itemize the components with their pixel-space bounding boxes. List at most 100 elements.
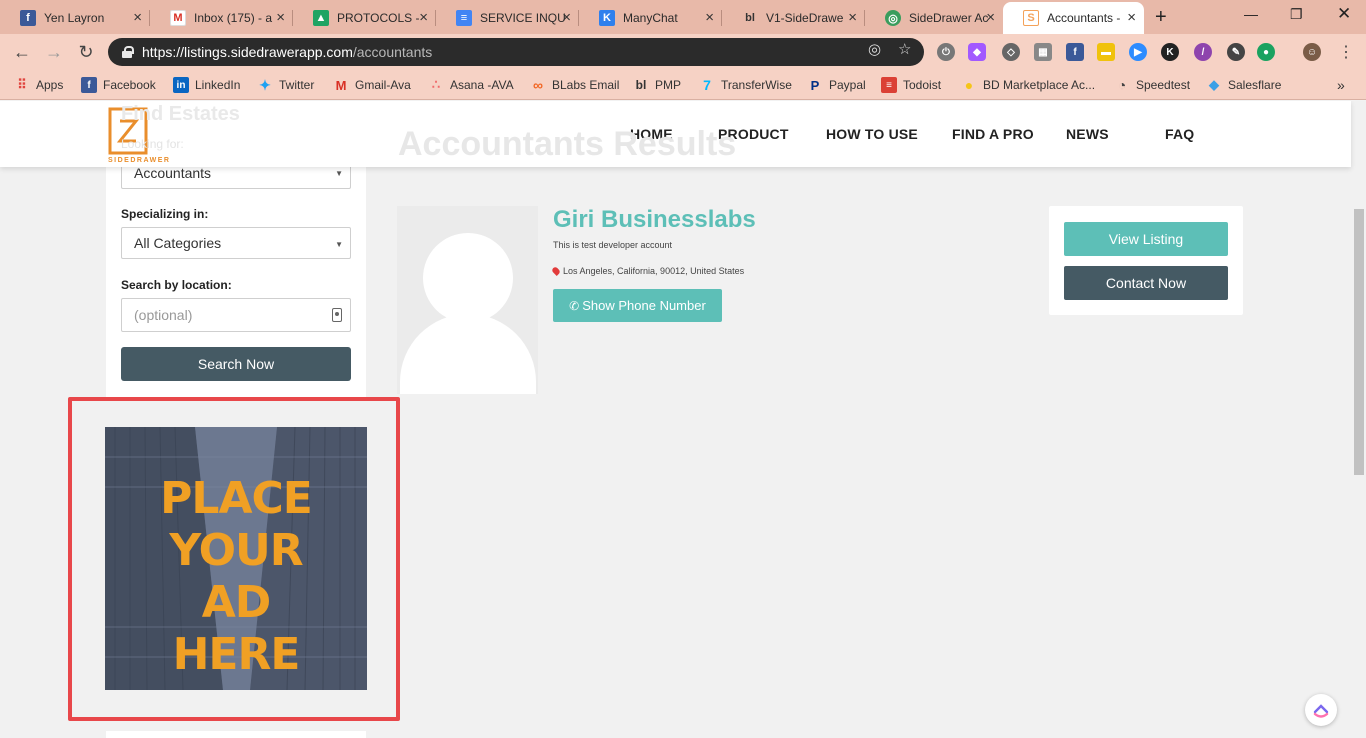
close-tab-icon[interactable]: × <box>419 10 428 26</box>
close-tab-icon[interactable]: × <box>562 10 571 26</box>
show-phone-label: Show Phone Number <box>582 298 706 313</box>
close-tab-icon[interactable]: × <box>705 10 714 26</box>
bookmark-salesflare[interactable]: ◆ Salesflare <box>1206 76 1281 94</box>
show-phone-button[interactable]: ✆ Show Phone Number <box>553 289 722 322</box>
page-scrollbar[interactable] <box>1351 101 1366 738</box>
bookmark-paypal[interactable]: P Paypal <box>807 76 866 94</box>
reload-icon[interactable]: ↻ <box>74 40 98 64</box>
close-tab-icon[interactable]: × <box>133 10 142 26</box>
bookmark-asana[interactable]: ∴ Asana -AVA <box>428 76 514 94</box>
search-now-button[interactable]: Search Now <box>121 347 351 381</box>
close-tab-icon[interactable]: × <box>986 10 995 26</box>
browser-tab[interactable]: ▲ PROTOCOLS - × <box>293 2 436 34</box>
extension-icon[interactable]: ▬ <box>1097 43 1115 61</box>
bookmark-bd-marketplace[interactable]: ● BD Marketplace Ac... <box>961 76 1095 94</box>
bookmark-gmail[interactable]: M Gmail-Ava <box>333 76 411 94</box>
facebook-extension-icon[interactable]: f <box>1066 43 1084 61</box>
clickup-floating-button[interactable] <box>1305 694 1337 726</box>
view-listing-button[interactable]: View Listing <box>1064 222 1228 256</box>
extension-icon[interactable]: K <box>1161 43 1179 61</box>
zoom-extension-icon[interactable]: ▶ <box>1129 43 1147 61</box>
location-access-icon[interactable]: ◎ <box>868 40 881 58</box>
browser-tab[interactable]: K ManyChat × <box>579 2 722 34</box>
blabs-email-icon: ∞ <box>533 77 543 93</box>
minimize-window-icon[interactable]: — <box>1244 6 1258 22</box>
close-window-icon[interactable]: ✕ <box>1337 4 1351 24</box>
bookmark-twitter[interactable]: ✦ Twitter <box>257 76 314 94</box>
close-tab-icon[interactable]: × <box>276 10 285 26</box>
salesflare-icon: ◆ <box>1209 77 1219 92</box>
bookmark-linkedin[interactable]: in LinkedIn <box>173 76 240 94</box>
extension-icon[interactable]: ✎ <box>1227 43 1245 61</box>
nav-home[interactable]: HOME <box>630 126 673 142</box>
contact-now-button[interactable]: Contact Now <box>1064 266 1228 300</box>
sidedrawer-logo[interactable] <box>108 105 198 167</box>
bookmark-todoist[interactable]: ≡ Todoist <box>881 76 941 94</box>
profile-avatar-icon[interactable]: ☺ <box>1303 43 1321 61</box>
gmail-icon: M <box>170 10 186 26</box>
browser-tab[interactable]: ≡ SERVICE INQU × <box>436 2 579 34</box>
business-description: This is test developer account <box>553 240 673 250</box>
sidebar-bottom-card <box>106 731 366 738</box>
business-location: Los Angeles, California, 90012, United S… <box>551 266 745 276</box>
browser-tab[interactable]: bl V1-SideDrawe × <box>722 2 865 34</box>
close-tab-icon[interactable]: × <box>848 10 857 26</box>
tab-title: V1-SideDrawe <box>766 11 844 25</box>
tab-title: Accountants - <box>1047 11 1121 25</box>
browser-tab[interactable]: f Yen Layron × <box>0 2 150 34</box>
business-name[interactable]: Giri Businesslabs <box>553 206 756 234</box>
avatar-body <box>400 314 536 394</box>
more-bookmarks-button[interactable]: » <box>1337 76 1345 94</box>
listing-actions: View Listing Contact Now <box>1049 206 1243 315</box>
address-bar[interactable]: https://listings.sidedrawerapp.com/accou… <box>108 38 924 66</box>
transferwise-icon: 7 <box>703 77 711 93</box>
location-input[interactable]: (optional) <box>121 298 351 332</box>
power-extension-icon[interactable]: ⏻ <box>937 43 955 61</box>
back-arrow-icon[interactable]: ← <box>10 40 34 64</box>
nav-faq[interactable]: FAQ <box>1165 126 1194 142</box>
extension-icon[interactable]: ● <box>1257 43 1275 61</box>
nav-product[interactable]: PRODUCT <box>718 126 789 142</box>
bookmark-transferwise[interactable]: 7 TransferWise <box>699 76 792 94</box>
restore-window-icon[interactable]: ❐ <box>1290 6 1303 23</box>
asana-icon: ∴ <box>431 77 441 92</box>
twitter-icon: ✦ <box>259 76 271 93</box>
browser-tab[interactable]: M Inbox (175) - a × <box>150 2 293 34</box>
extension-icon[interactable]: ◆ <box>968 43 986 61</box>
browser-tab-active[interactable]: S Accountants - × <box>1003 2 1144 34</box>
close-tab-icon[interactable]: × <box>1127 10 1136 26</box>
bookmark-pmp[interactable]: bl PMP <box>633 76 681 94</box>
extension-icon[interactable]: ▦ <box>1034 43 1052 61</box>
tab-title: Inbox (175) - a <box>194 11 273 25</box>
location-picker-icon[interactable] <box>332 308 342 322</box>
scrollbar-thumb[interactable] <box>1354 209 1364 475</box>
bookmark-blabs-email[interactable]: ∞ BLabs Email <box>530 76 619 94</box>
specializing-select[interactable]: All Categories ▼ <box>121 227 351 259</box>
bookmarks-bar: ⠿ Apps f Facebook in LinkedIn ✦ Twitter M Gma… <box>0 70 1366 100</box>
extension-icon[interactable]: ◇ <box>1002 43 1020 61</box>
forward-arrow-icon[interactable]: → <box>42 40 66 64</box>
menu-kebab-icon[interactable]: ⋮ <box>1334 40 1358 64</box>
chevron-down-icon: ▼ <box>335 169 343 178</box>
browser-tab[interactable]: ◎ SideDrawer Ac × <box>865 2 1003 34</box>
specializing-label: Specializing in: <box>121 207 209 221</box>
business-location-text: Los Angeles, California, 90012, United S… <box>563 266 745 276</box>
bookmark-star-icon[interactable]: ☆ <box>898 40 911 58</box>
bookmark-facebook[interactable]: f Facebook <box>81 76 156 94</box>
todoist-icon: ≡ <box>881 77 897 93</box>
bookmark-apps[interactable]: ⠿ Apps <box>14 76 63 94</box>
blabs-icon: bl <box>635 78 647 92</box>
new-tab-button[interactable]: + <box>1155 6 1167 29</box>
extension-icon[interactable]: / <box>1194 43 1212 61</box>
globe-icon: ◎ <box>885 10 901 26</box>
nav-find-a-pro[interactable]: FIND A PRO <box>952 126 1034 142</box>
blabs-icon: bl <box>745 12 755 24</box>
nav-how-to-use[interactable]: HOW TO USE <box>826 126 918 142</box>
browser-toolbar: ← → ↻ https://listings.sidedrawerapp.com… <box>0 34 1366 70</box>
chevron-down-icon: ▼ <box>335 240 343 249</box>
google-drive-icon: ▲ <box>313 10 329 26</box>
bookmark-speedtest[interactable]: ◔ Speedtest <box>1114 76 1190 94</box>
tab-title: Yen Layron <box>44 11 105 25</box>
nav-news[interactable]: NEWS <box>1066 126 1109 142</box>
paypal-icon: P <box>810 77 820 93</box>
